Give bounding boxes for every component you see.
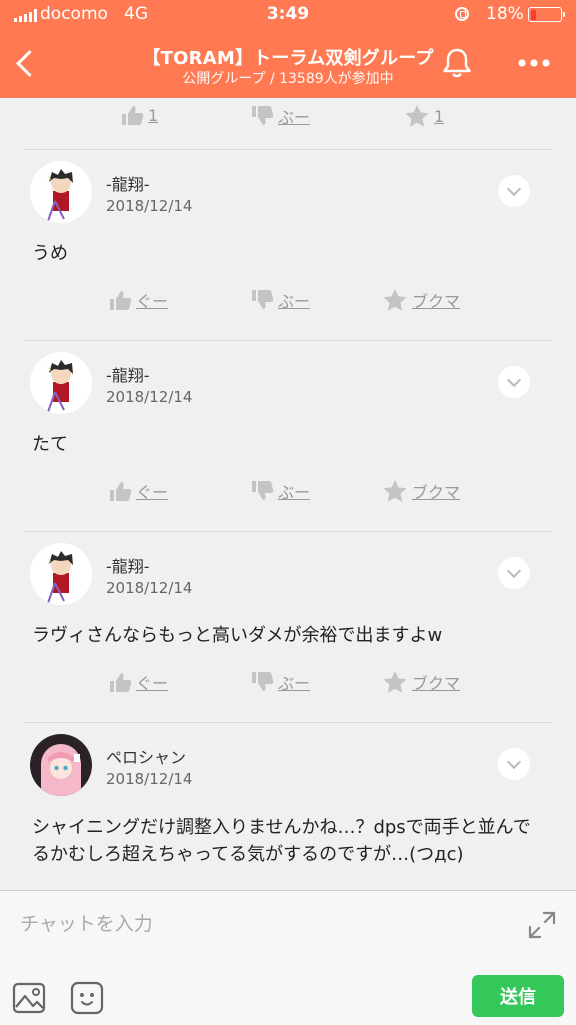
avatar[interactable] [30, 161, 92, 223]
message-date: 2018/12/14 [106, 388, 193, 406]
battery-icon [528, 7, 565, 22]
dislike-button[interactable]: ぶー [250, 670, 310, 694]
message-date: 2018/12/14 [106, 770, 193, 788]
chat-message: -龍翔- 2018/12/14 うめ ぐー ぶー ブクマ [0, 149, 576, 340]
send-button[interactable]: 送信 [472, 975, 564, 1017]
chevron-down-icon[interactable] [498, 748, 530, 780]
avatar[interactable] [30, 543, 92, 605]
chat-input[interactable] [18, 903, 512, 945]
bookmark-button[interactable]: ブクマ [382, 670, 460, 694]
message-date: 2018/12/14 [106, 197, 193, 215]
reaction-row: ぐー ぶー ブクマ [0, 670, 576, 710]
chat-message: -龍翔- 2018/12/14 ラヴィさんならもっと高いダメが余裕で出ますよw … [0, 531, 576, 722]
message-text: シャイニングだけ調整入りませんかね…？dpsで両手と並んでるかむしろ超えちゃって… [32, 817, 531, 865]
star-icon [383, 671, 407, 693]
star-icon [405, 105, 429, 127]
thumbs-up-icon [110, 673, 132, 692]
thumbs-down-icon [252, 106, 274, 125]
like-button[interactable]: ぐー [108, 670, 168, 694]
username[interactable]: -龍翔- [106, 553, 150, 577]
star-icon [383, 480, 407, 502]
chat-input-area: 送信 [0, 890, 576, 1025]
bookmark-button[interactable]: ブクマ [382, 288, 460, 312]
username[interactable]: -龍翔- [106, 362, 150, 386]
chat-message: ペロシャン 2018/12/14 シャイニングだけ調整入りませんかね…？dpsで… [0, 722, 576, 890]
image-icon[interactable] [12, 981, 46, 1015]
dislike-button[interactable]: ぶー [250, 288, 310, 312]
thumbs-down-icon [252, 481, 274, 500]
page-title: 【TORAM】トーラム双剣グループ [142, 48, 434, 69]
rotation-lock-icon [455, 7, 469, 21]
bell-icon[interactable] [440, 46, 474, 80]
username[interactable]: -龍翔- [106, 171, 150, 195]
reaction-row: ぐー ぶー ブクマ [0, 288, 576, 328]
like-button[interactable]: ぐー [108, 479, 168, 503]
chat-message: -龍翔- 2018/12/14 たて ぐー ぶー ブクマ [0, 340, 576, 531]
message-list[interactable]: 1 ぶー 1 -龍翔- 2018/12/14 うめ ぐー ぶー ブクマ -龍翔-… [0, 98, 576, 890]
more-icon[interactable] [514, 52, 554, 74]
group-info: 公開グループ / 13589人が参加中 [182, 71, 394, 87]
message-text: ラヴィさんならもっと高いダメが余裕で出ますよw [32, 625, 443, 646]
expand-icon[interactable] [526, 909, 558, 941]
message-text: たて [32, 434, 68, 455]
battery-percent: 18% [486, 4, 524, 24]
dislike-button[interactable]: ぶー [250, 479, 310, 503]
status-bar: docomo 4G 3:49 18% [0, 0, 576, 30]
thumbs-down-icon [252, 290, 274, 309]
reaction-row: ぐー ぶー ブクマ [0, 479, 576, 519]
like-button[interactable]: ぐー [108, 288, 168, 312]
thumbs-down-icon [252, 672, 274, 691]
bookmark-button[interactable]: ブクマ [382, 479, 460, 503]
message-text: うめ [32, 243, 68, 264]
username[interactable]: ペロシャン [106, 744, 186, 768]
chevron-down-icon[interactable] [498, 366, 530, 398]
reaction-row: 1 ぶー 1 [0, 104, 576, 144]
thumbs-up-icon [110, 482, 132, 501]
dislike-button[interactable]: ぶー [250, 104, 310, 128]
bookmark-button[interactable]: 1 [404, 104, 444, 128]
avatar[interactable] [30, 352, 92, 414]
avatar[interactable] [30, 734, 92, 796]
thumbs-up-icon [110, 291, 132, 310]
chevron-down-icon[interactable] [498, 557, 530, 589]
like-button[interactable]: 1 [120, 104, 158, 126]
thumbs-up-icon [122, 106, 144, 125]
emoji-icon[interactable] [70, 981, 104, 1015]
star-icon [383, 289, 407, 311]
message-date: 2018/12/14 [106, 579, 193, 597]
chevron-down-icon[interactable] [498, 175, 530, 207]
top-bar: docomo 4G 3:49 18% 【TORAM】トーラム双剣グループ 公開グ… [0, 0, 576, 98]
